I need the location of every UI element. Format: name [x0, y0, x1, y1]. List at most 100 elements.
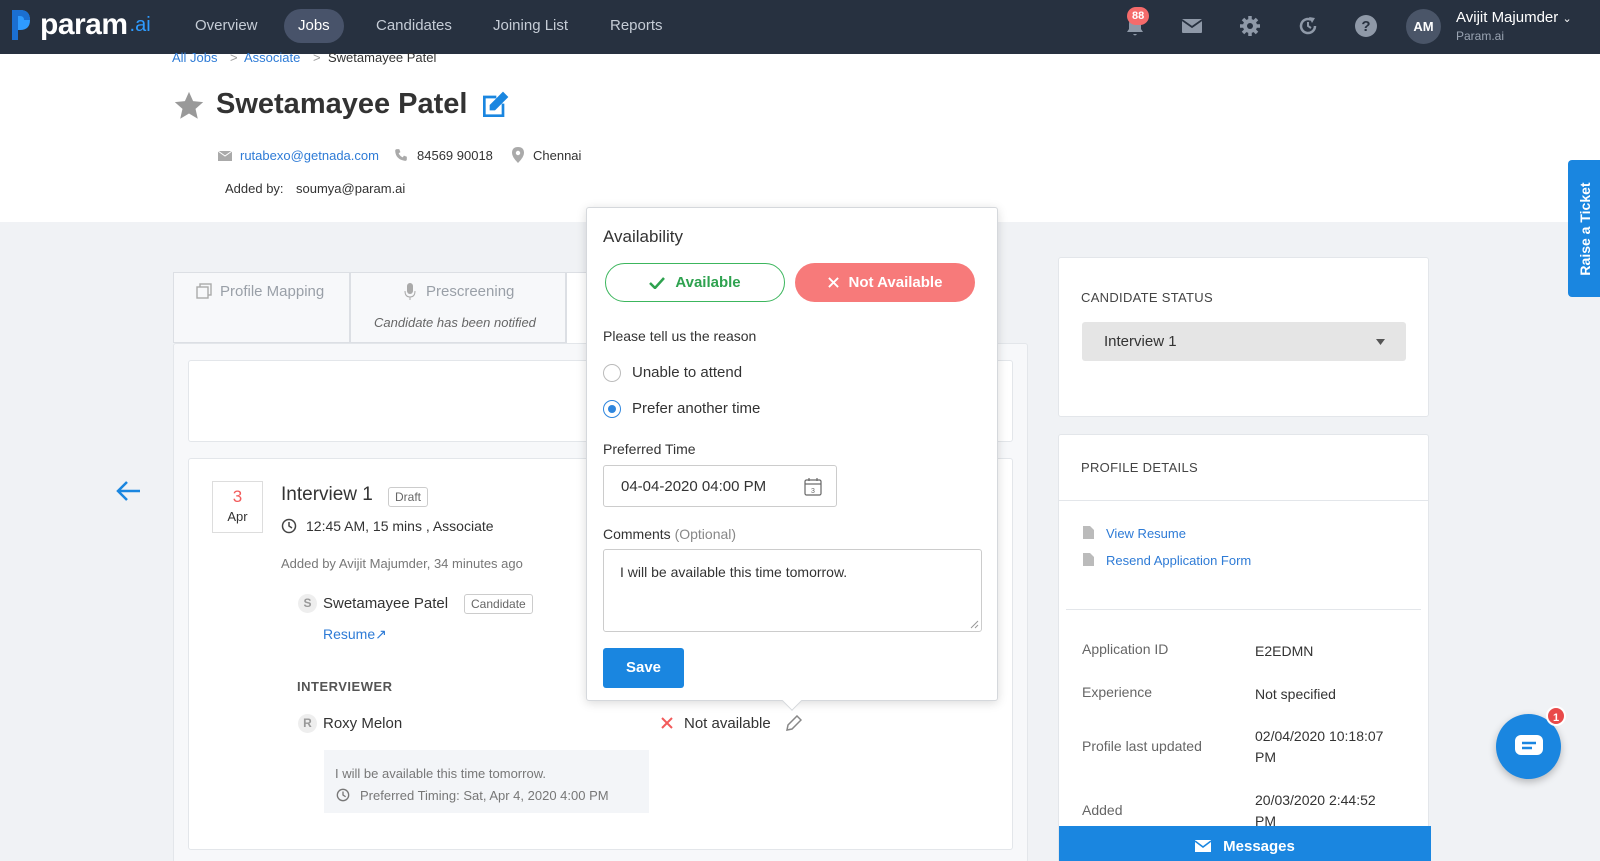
avatar: S — [298, 594, 317, 613]
svg-text:?: ? — [1361, 18, 1370, 35]
preferred-time-value: 04-04-2020 04:00 PM — [621, 478, 767, 495]
chat-badge: 1 — [1546, 706, 1566, 726]
radio-prefer-another-time[interactable] — [603, 400, 621, 418]
raise-ticket-label: Raise a Ticket — [1577, 181, 1593, 276]
phone-icon — [395, 149, 407, 161]
date-month: Apr — [227, 509, 248, 524]
breadcrumb-associate[interactable]: Associate — [244, 50, 300, 65]
profile-updated-value: 02/04/2020 10:18:07 PM — [1255, 728, 1384, 765]
mail-icon[interactable] — [1180, 14, 1204, 38]
not-available-button[interactable]: Not Available — [795, 263, 975, 302]
gear-icon[interactable] — [1238, 14, 1262, 38]
preferred-time-label: Preferred Time — [603, 441, 696, 457]
interviewer-status: Not available — [684, 715, 771, 732]
save-button[interactable]: Save — [603, 648, 684, 688]
tab-profile-mapping[interactable]: Profile Mapping — [173, 272, 350, 343]
reason-prompt: Please tell us the reason — [603, 328, 757, 344]
nav-jobs[interactable]: Jobs — [284, 9, 344, 43]
logo-text: param — [40, 8, 128, 41]
profile-details-heading: PROFILE DETAILS — [1081, 460, 1198, 475]
back-arrow-icon[interactable] — [116, 480, 142, 502]
divider — [1066, 609, 1421, 610]
not-available-label: Not Available — [848, 274, 943, 291]
application-id-value: E2EDMN — [1255, 643, 1314, 659]
candidate-status-select[interactable]: Interview 1 — [1082, 322, 1406, 361]
popover-title: Availability — [603, 227, 684, 246]
param-logo-icon — [12, 10, 30, 40]
divider — [1058, 500, 1429, 501]
note-timing: Preferred Timing: Sat, Apr 4, 2020 4:00 … — [360, 788, 609, 803]
candidate-name: Swetamayee Patel — [216, 88, 468, 120]
added-label: Added — [1082, 802, 1123, 818]
user-avatar[interactable]: AM — [1406, 9, 1441, 44]
calendar-day: 3 — [811, 488, 815, 495]
help-icon[interactable]: ? — [1354, 14, 1378, 38]
nav-candidates[interactable]: Candidates — [362, 9, 466, 43]
note-text: I will be available this time tomorrow. — [335, 766, 546, 781]
comments-label: Comments (Optional) — [603, 526, 736, 542]
status-badge: Draft — [388, 487, 429, 507]
resend-application-form-link[interactable]: Resend Application Form — [1106, 553, 1251, 568]
pencil-icon[interactable] — [786, 715, 802, 731]
check-icon — [649, 276, 666, 289]
user-name[interactable]: Avijit Majumder ⌄ — [1456, 9, 1572, 26]
breadcrumb-separator: > — [313, 50, 321, 65]
document-icon — [1083, 526, 1094, 539]
experience-label: Experience — [1082, 684, 1153, 700]
reason-unable-to-attend[interactable]: Unable to attend — [632, 364, 742, 381]
edit-icon[interactable] — [478, 89, 512, 121]
available-label: Available — [675, 274, 741, 291]
view-resume-link[interactable]: View Resume — [1106, 526, 1186, 541]
comments-label-text: Comments — [603, 526, 671, 542]
document-icon — [1083, 553, 1094, 566]
refresh-icon[interactable] — [1296, 14, 1320, 38]
date-day: 3 — [232, 487, 243, 506]
candidate-status-heading: CANDIDATE STATUS — [1081, 290, 1213, 305]
candidate-location: Chennai — [533, 148, 582, 163]
location-pin-icon — [512, 147, 524, 163]
clock-icon — [281, 518, 297, 534]
chat-icon — [1515, 735, 1543, 755]
mail-icon — [1195, 840, 1212, 852]
tab-prescreening[interactable]: Prescreening Candidate has been notified — [350, 272, 566, 343]
candidate-phone: 84569 90018 — [417, 148, 493, 163]
nav-reports[interactable]: Reports — [596, 9, 677, 43]
top-nav: param .ai Overview Jobs Candidates Joini… — [0, 0, 1600, 54]
candidate-email[interactable]: rutabexo@getnada.com — [240, 148, 379, 163]
breadcrumb-current: Swetamayee Patel — [328, 50, 437, 65]
breadcrumb-all-jobs[interactable]: All Jobs — [172, 50, 218, 65]
candidate-status-value: Interview 1 — [1104, 333, 1177, 350]
microphone-icon — [404, 283, 416, 300]
participant-name: Swetamayee Patel — [323, 595, 449, 612]
calendar-icon[interactable]: 3 — [804, 477, 822, 496]
application-id-label: Application ID — [1082, 641, 1169, 657]
preferred-time-input[interactable]: 04-04-2020 04:00 PM 3 — [603, 465, 837, 507]
radio-unable-to-attend[interactable] — [603, 364, 621, 382]
comments-optional: (Optional) — [674, 526, 737, 542]
interview-time: 12:45 AM, 15 mins , Associate — [306, 518, 494, 534]
date-badge: 3 Apr — [212, 481, 263, 533]
tab-profile-mapping-label: Profile Mapping — [220, 283, 325, 300]
caret-down-icon — [1376, 339, 1385, 345]
available-button[interactable]: Available — [605, 263, 785, 302]
nav-overview[interactable]: Overview — [181, 9, 272, 43]
interview-title: Interview 1 — [281, 484, 373, 505]
messages-button[interactable]: Messages — [1059, 826, 1431, 861]
raise-ticket-button[interactable]: Raise a Ticket — [1568, 160, 1600, 297]
availability-note: I will be available this time tomorrow. … — [324, 750, 649, 813]
comments-textarea[interactable]: I will be available this time tomorrow. — [603, 549, 982, 632]
reason-prefer-another-time[interactable]: Prefer another time — [632, 400, 760, 417]
clock-icon — [336, 788, 350, 802]
candidate-tag: Candidate — [464, 594, 533, 614]
param-logo[interactable]: param .ai — [10, 8, 151, 42]
interview-added-by: Added by Avijit Majumder, 34 minutes ago — [281, 556, 523, 571]
resize-handle-icon[interactable] — [970, 620, 979, 629]
star-icon[interactable] — [172, 89, 206, 123]
logo-suffix: .ai — [129, 13, 151, 36]
copy-icon — [196, 283, 212, 299]
tab-prescreening-label: Prescreening — [426, 283, 515, 300]
experience-value: Not specified — [1255, 686, 1336, 702]
nav-joining-list[interactable]: Joining List — [479, 9, 582, 43]
resume-link[interactable]: Resume↗ — [323, 626, 387, 643]
mail-icon — [218, 150, 232, 161]
